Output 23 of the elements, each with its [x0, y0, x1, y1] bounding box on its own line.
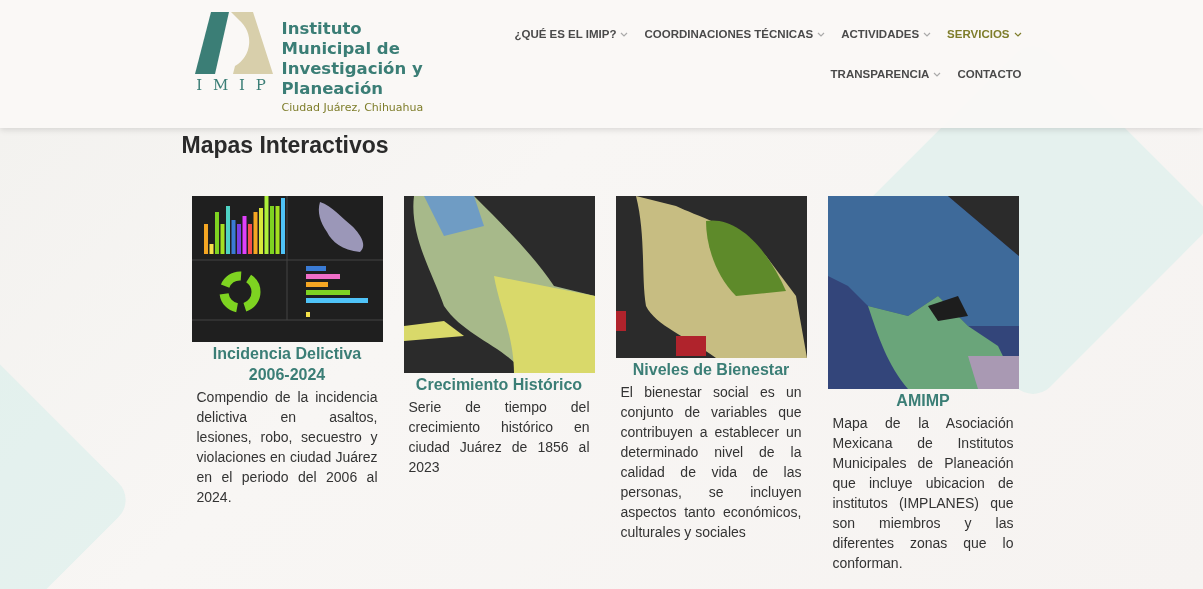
- logo-letters: I M I P: [196, 76, 269, 94]
- dashboard-thumbnail[interactable]: [191, 196, 383, 342]
- card-description: Mapa de la Asociación Mexicana de Institutos Municipales de Planeación que incluye ubicacion de institutos (IMPLANES) que son miembros y las diferentes zonas que lo conforman.: [831, 414, 1015, 573]
- nav-link[interactable]: SERVICIOS: [947, 25, 1022, 43]
- nav-link[interactable]: CONTACTO: [957, 65, 1022, 83]
- nav-link[interactable]: COORDINACIONES TÉCNICAS: [644, 25, 826, 43]
- card-description: Compendio de la incidencia delictiva en asaltos, lesiones, robo, secuestro y violaciones en ciudad Juárez en el periodo del 2006 al 2024.: [195, 388, 379, 507]
- card-title-link[interactable]: AMIMP: [896, 390, 950, 411]
- nav-link[interactable]: ACTIVIDADES: [841, 25, 932, 43]
- site-subtitle: Ciudad Juárez, Chihuahua: [281, 101, 425, 114]
- card-description: El bienestar social es un conjunto de variables que contribuyen a establecer un determinado nivel de la calidad de vida de las personas, se incluyen aspectos tanto económicos, culturales y sociales: [619, 383, 803, 542]
- logo-mark-icon: [192, 12, 273, 74]
- nav-link[interactable]: ¿QUÉ ES EL IMIP?: [514, 25, 629, 43]
- map-thumbnail[interactable]: [615, 196, 807, 358]
- nav-link[interactable]: TRANSPARENCIA: [830, 65, 942, 83]
- card-title-link[interactable]: Crecimiento Histórico: [415, 374, 583, 395]
- map-thumbnail[interactable]: [827, 196, 1019, 389]
- map-thumbnail[interactable]: [403, 196, 595, 373]
- site-title: Instituto Municipal de Investigación y Planeación: [281, 19, 424, 99]
- card-title-link[interactable]: Niveles de Bienestar: [632, 359, 790, 380]
- page-heading: Mapas Interactivos: [181, 132, 390, 160]
- card-title-link[interactable]: Incidencia Delictiva 2006-2024: [191, 343, 383, 385]
- card-description: Serie de tiempo del crecimiento histórico en ciudad Juárez de 1856 al 2023: [407, 398, 591, 477]
